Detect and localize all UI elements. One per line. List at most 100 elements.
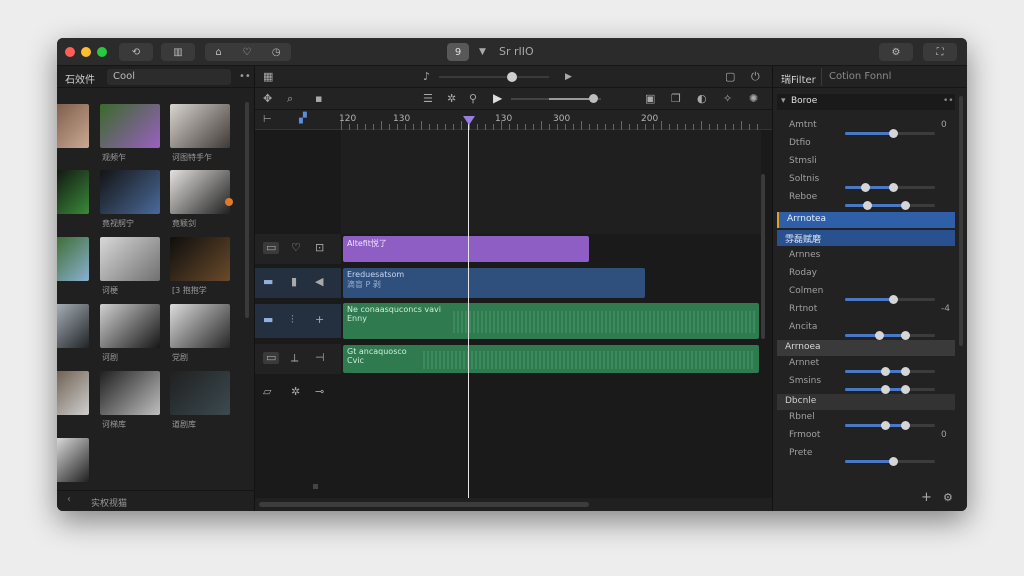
- blue-clip[interactable]: Ereduesatsom 滴盲 P 剥: [343, 268, 645, 298]
- minimize-window-button[interactable]: [81, 47, 91, 57]
- resize-handle[interactable]: [313, 484, 318, 489]
- slider-knob[interactable]: [861, 183, 870, 192]
- media-thumbnail[interactable]: [170, 371, 230, 415]
- media-thumbnail[interactable]: [170, 104, 230, 148]
- property-slider[interactable]: [845, 201, 935, 210]
- audio-track-icon[interactable]: ▬: [263, 314, 273, 326]
- media-thumbnail[interactable]: [57, 237, 89, 281]
- library-tab[interactable]: 石效件: [65, 71, 95, 86]
- document-badge[interactable]: 9: [447, 43, 469, 61]
- zoom-slider-knob[interactable]: [507, 72, 517, 82]
- move-icon[interactable]: ✥: [263, 93, 272, 105]
- media-thumbnail[interactable]: [170, 170, 230, 214]
- title-track-icon[interactable]: ▬: [263, 276, 273, 288]
- home-icon[interactable]: ⌂: [215, 47, 221, 58]
- badge-icon[interactable]: ◷: [272, 47, 281, 58]
- timeline-vertical-scrollbar[interactable]: [761, 174, 765, 339]
- video-track-icon[interactable]: ▭: [263, 242, 280, 254]
- media-thumbnail[interactable]: [100, 371, 160, 415]
- slider-knob[interactable]: [863, 201, 872, 210]
- property-slider[interactable]: [845, 421, 935, 430]
- inspector-tab-filter[interactable]: 瑞Filter: [781, 71, 816, 86]
- volume-slider[interactable]: [511, 94, 601, 103]
- property-slider[interactable]: [845, 183, 935, 192]
- split-icon[interactable]: ⟂: [291, 352, 298, 364]
- list-icon[interactable]: ☰: [423, 93, 433, 105]
- inspector-section[interactable]: Arrnotea: [777, 212, 955, 228]
- slider-knob[interactable]: [901, 201, 910, 210]
- volume-slider-knob[interactable]: [589, 94, 598, 103]
- snapshot-icon[interactable]: ▣: [645, 93, 655, 105]
- sparkle-icon[interactable]: ✧: [723, 93, 732, 105]
- grid-icon[interactable]: ▦: [263, 71, 273, 83]
- slider-knob[interactable]: [889, 295, 898, 304]
- close-window-button[interactable]: [65, 47, 75, 57]
- title-clip[interactable]: Altefit悦了: [343, 236, 589, 262]
- library-button[interactable]: ▥: [161, 43, 195, 61]
- add-icon[interactable]: +: [315, 314, 324, 326]
- slider-knob[interactable]: [901, 331, 910, 340]
- volume-icon[interactable]: ◐: [697, 93, 707, 105]
- media-thumbnail[interactable]: [100, 304, 160, 348]
- gear-icon[interactable]: ⚙: [943, 491, 953, 504]
- media-thumbnail[interactable]: [57, 438, 89, 482]
- loading-icon[interactable]: ✲: [291, 386, 300, 398]
- property-slider[interactable]: [845, 367, 935, 376]
- history-button[interactable]: ⟲: [119, 43, 153, 61]
- property-slider[interactable]: [845, 295, 935, 304]
- chevron-left-icon[interactable]: ‹: [67, 494, 71, 505]
- inspector-scrollbar[interactable]: [959, 96, 963, 346]
- slider-knob[interactable]: [881, 421, 890, 430]
- media-thumbnail[interactable]: [100, 237, 160, 281]
- share-button[interactable]: ⛶: [923, 43, 957, 61]
- media-thumbnail[interactable]: [170, 237, 230, 281]
- audio-clip-2[interactable]: Gt ancaquosco Cvic: [343, 345, 759, 373]
- slider-knob[interactable]: [875, 331, 884, 340]
- effects-icon[interactable]: ✲: [447, 93, 456, 105]
- inspector-section-header[interactable]: ▾ Boroe ••: [777, 94, 955, 110]
- media-thumbnail[interactable]: [57, 371, 89, 415]
- link-icon[interactable]: ⊸: [315, 386, 324, 398]
- speaker-icon[interactable]: ◀: [315, 276, 323, 288]
- slider-knob[interactable]: [889, 457, 898, 466]
- inspector-section[interactable]: 雰磊赋磨: [777, 230, 955, 246]
- music-track-icon[interactable]: ▭: [263, 352, 280, 364]
- zoom-slider[interactable]: [439, 72, 549, 82]
- slider-knob[interactable]: [901, 367, 910, 376]
- section-menu-icon[interactable]: ••: [943, 96, 954, 106]
- media-thumbnail[interactable]: [170, 304, 230, 348]
- media-thumbnail[interactable]: [100, 104, 160, 148]
- marker-icon[interactable]: ▞: [299, 113, 307, 125]
- property-slider[interactable]: [845, 331, 935, 340]
- add-effect-icon[interactable]: +: [921, 490, 932, 505]
- power-icon[interactable]: ⏻: [751, 71, 760, 83]
- copy-icon[interactable]: ❐: [671, 93, 681, 105]
- enhance-icon[interactable]: ✺: [749, 93, 758, 105]
- property-slider[interactable]: [845, 129, 935, 138]
- play-small-icon[interactable]: ▶: [565, 71, 572, 83]
- shield-icon[interactable]: ♡: [242, 47, 251, 58]
- inspector-section[interactable]: Arrnoea: [777, 340, 955, 356]
- slider-knob[interactable]: [901, 421, 910, 430]
- media-thumbnail[interactable]: [57, 104, 89, 148]
- inspector-tab-fonts[interactable]: Cotion Fonnl: [829, 71, 891, 82]
- playhead-handle[interactable]: [463, 116, 475, 125]
- levels-icon[interactable]: ▮: [291, 276, 297, 288]
- playhead-line[interactable]: [468, 116, 469, 498]
- library-scrollbar[interactable]: [245, 102, 249, 318]
- property-slider[interactable]: [845, 385, 935, 394]
- stack-icon[interactable]: ▪: [315, 93, 322, 105]
- search-icon[interactable]: ⌕: [287, 93, 293, 105]
- property-slider[interactable]: [845, 457, 935, 466]
- settings-button[interactable]: ⚙: [879, 43, 913, 61]
- empty-track-area[interactable]: [341, 130, 761, 234]
- chevron-down-icon[interactable]: ▼: [479, 46, 486, 58]
- library-menu-icon[interactable]: ••: [239, 71, 251, 82]
- slider-knob[interactable]: [889, 129, 898, 138]
- media-thumbnail[interactable]: [57, 304, 89, 348]
- library-search-input[interactable]: Cool: [107, 69, 231, 85]
- slider-knob[interactable]: [889, 183, 898, 192]
- audio-icon[interactable]: ♪: [423, 71, 430, 83]
- play-icon[interactable]: ▶: [493, 92, 502, 104]
- layout-icon[interactable]: ▢: [725, 71, 735, 83]
